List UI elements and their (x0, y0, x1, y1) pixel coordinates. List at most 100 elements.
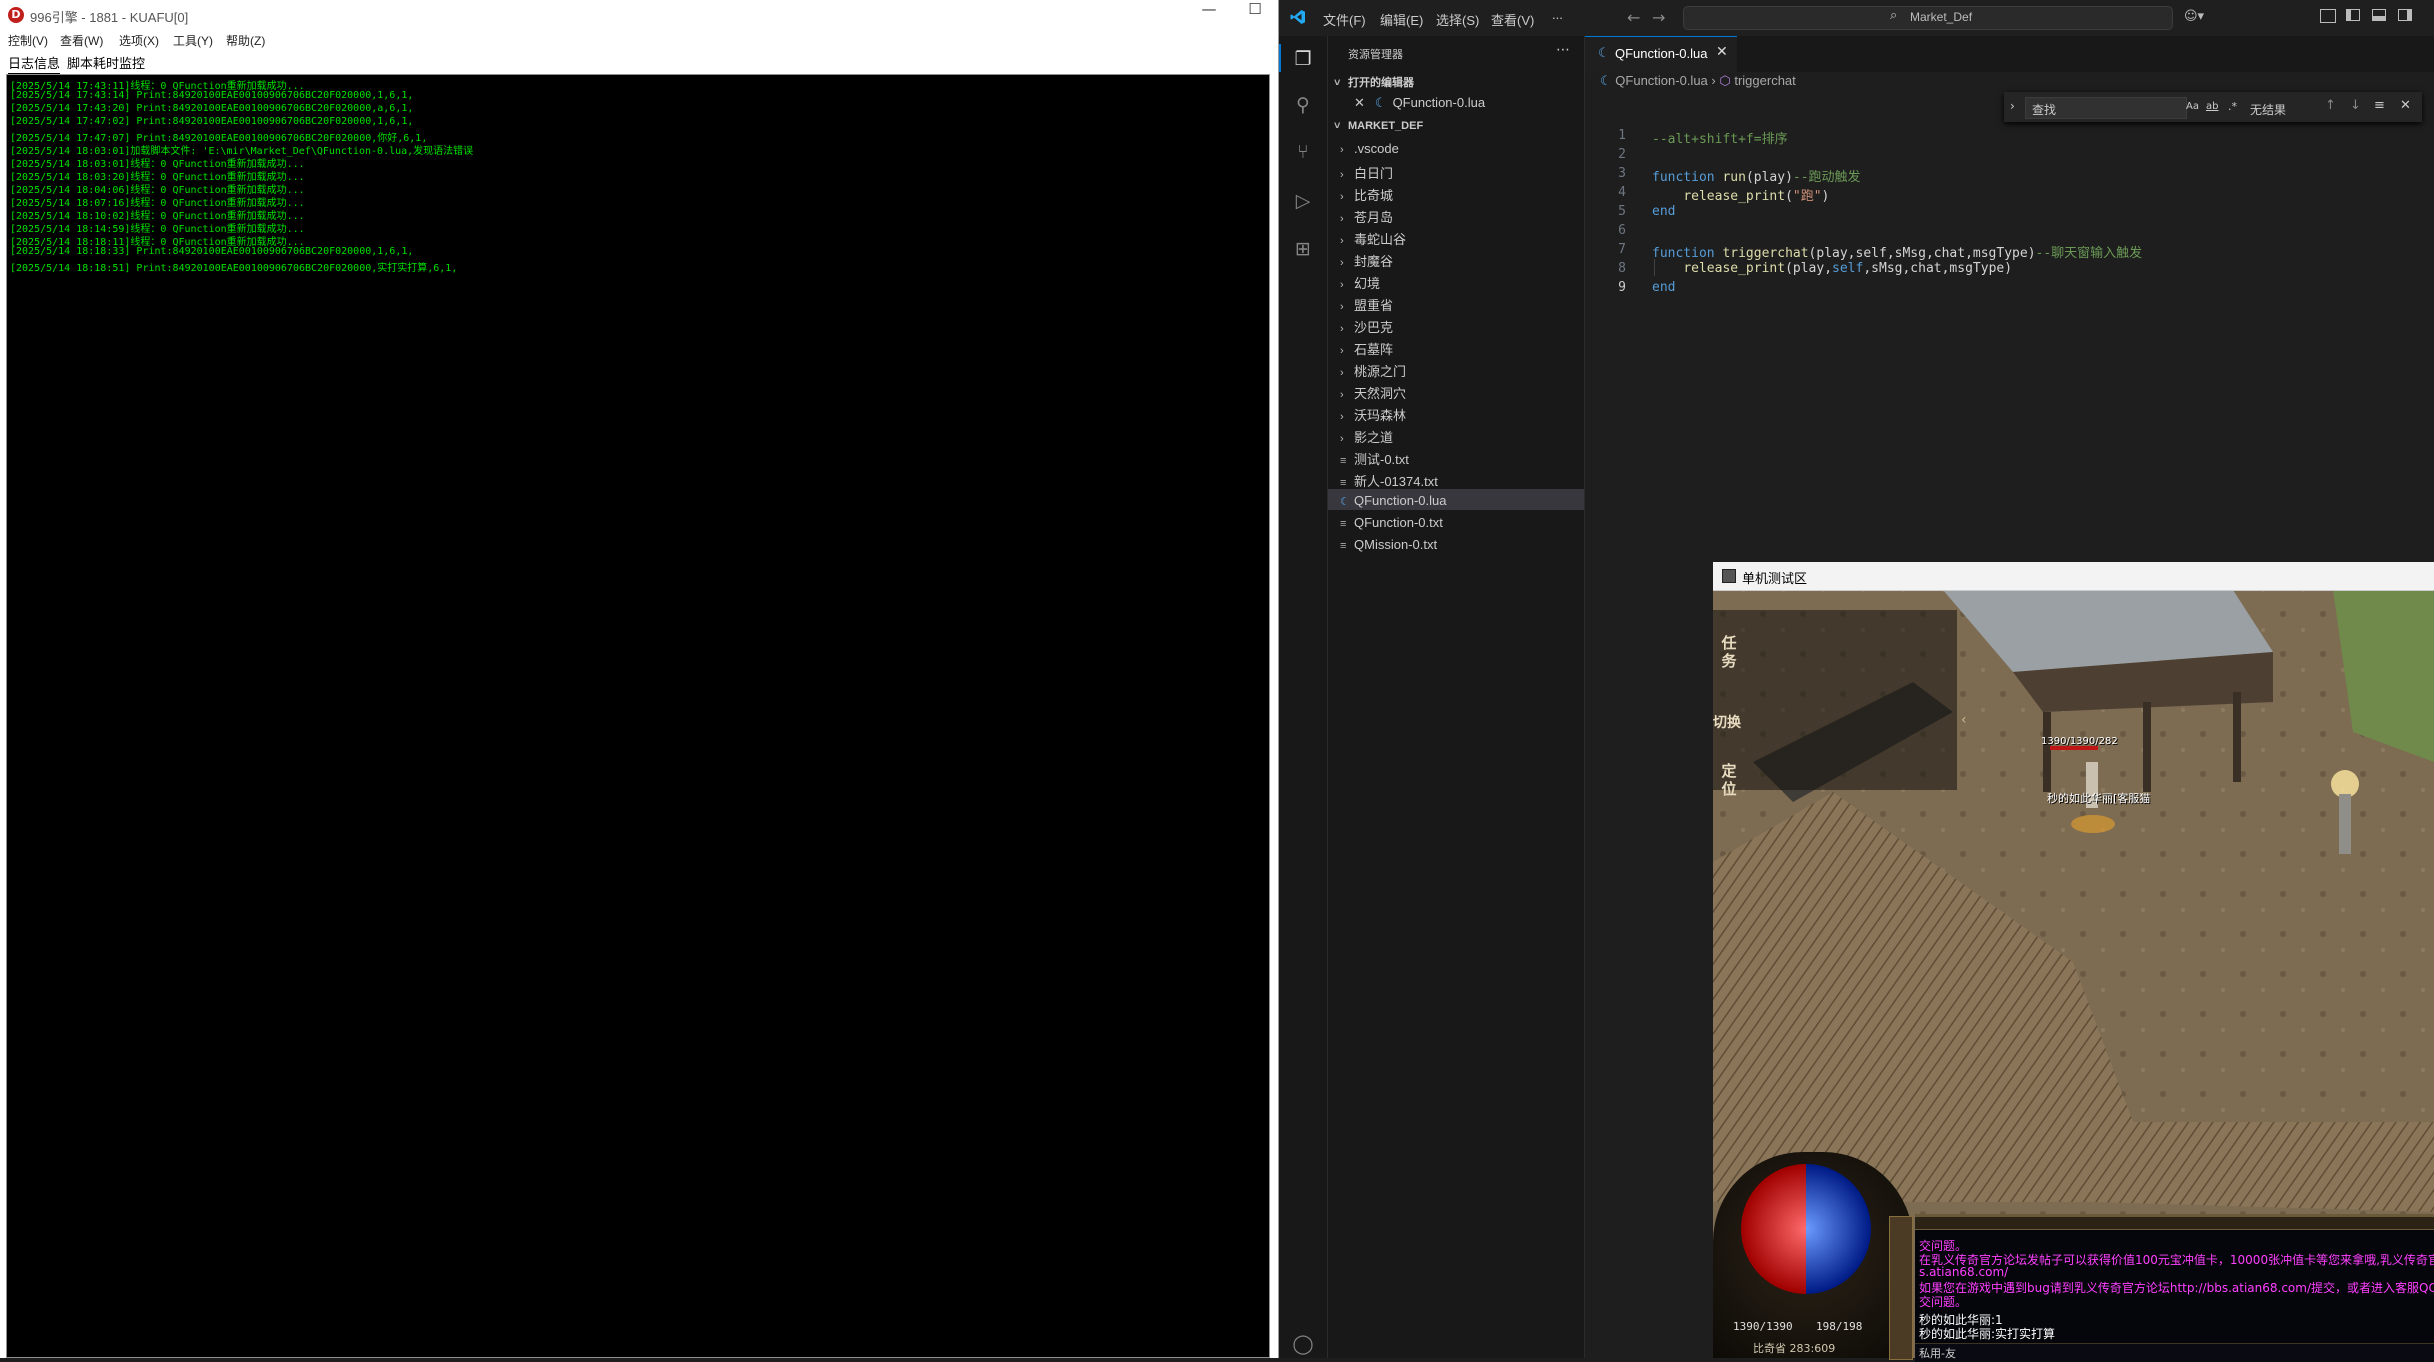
explorer-title: 资源管理器 (1348, 49, 1403, 61)
breadcrumb-file[interactable]: QFunction-0.lua (1615, 73, 1708, 88)
file-item[interactable]: ≡ 新人-01374.txt (1340, 471, 1438, 490)
locate-button[interactable]: 定位 (1717, 762, 1741, 798)
folder-item[interactable]: › .vscode (1340, 141, 1399, 156)
layout-panels-icon[interactable] (2320, 9, 2336, 23)
forward-arrow-icon[interactable]: → (1652, 8, 1665, 27)
file-item[interactable]: ≡ QMission-0.txt (1340, 537, 1437, 552)
indent-guide (1654, 259, 1655, 276)
next-match-icon[interactable]: ↓ (2350, 98, 2361, 113)
vs-menu-selection[interactable]: 选择(S) (1436, 10, 1479, 29)
task-button[interactable]: 任务 (1717, 634, 1741, 670)
folder-item[interactable]: › 白日门 (1340, 163, 1393, 182)
previous-match-icon[interactable]: ↑ (2325, 98, 2336, 113)
open-editors-header[interactable]: ˅ 打开的编辑器 (1334, 74, 1414, 90)
line-number: 5 (1618, 204, 1626, 219)
copilot-icon[interactable]: ☺▾ (2184, 9, 2204, 24)
menu-view[interactable]: 查看(W) (60, 32, 103, 49)
folder-item[interactable]: › 沙巴克 (1340, 317, 1393, 336)
toggle-replace-icon[interactable]: › (2010, 99, 2015, 113)
chat-channel-label: 私用-友 (1919, 1347, 1956, 1360)
chat-panel[interactable]: 交问题。 在乳义传奇官方论坛发帖子可以获得价值100元宝冲值卡，10000张冲值… (1915, 1214, 2434, 1362)
folder-header[interactable]: ˅ MARKET_DEF (1334, 120, 1423, 132)
menu-help[interactable]: 帮助(Z) (226, 32, 265, 49)
code-line[interactable]: function run(play)--跑动触发 (1652, 166, 1861, 185)
folder-item[interactable]: › 盟重省 (1340, 295, 1393, 314)
vs-menu-edit[interactable]: 编辑(E) (1380, 10, 1423, 29)
code-line[interactable]: --alt+shift+f=排序 (1652, 128, 1788, 147)
folder-item[interactable]: › 幻境 (1340, 273, 1380, 292)
line-number: 4 (1618, 185, 1626, 200)
code-line[interactable]: function triggerchat(play,self,sMsg,chat… (1652, 242, 2142, 261)
tab-label: QFunction-0.lua (1615, 46, 1708, 61)
match-case-icon[interactable]: Aa (2186, 101, 2199, 112)
file-item[interactable]: ≡ 测试-0.txt (1340, 449, 1409, 468)
folder-item[interactable]: › 封魔谷 (1340, 251, 1393, 270)
run-debug-icon[interactable]: ▷ (1292, 190, 1314, 212)
chat-line: 交问题。 (1919, 1295, 1968, 1309)
log-panel[interactable]: [2025/5/14 17:43:11]线程：0 QFunction重新加载成功… (6, 74, 1270, 1358)
collapse-panel-icon[interactable]: ‹ (1961, 712, 1967, 728)
folder-item[interactable]: › 苍月岛 (1340, 207, 1393, 226)
folder-item[interactable]: › 毒蛇山谷 (1340, 229, 1406, 248)
search-view-icon[interactable]: ⚲ (1292, 94, 1314, 116)
close-find-icon[interactable]: ✕ (2400, 98, 2411, 113)
vs-menu-view[interactable]: 查看(V) (1491, 10, 1534, 29)
task-panel (1713, 610, 1957, 790)
code-line[interactable]: release_print(play,self,sMsg,chat,msgTyp… (1652, 261, 2012, 276)
folder-item[interactable]: › 桃源之门 (1340, 361, 1406, 380)
chat-input[interactable] (1915, 1343, 2434, 1362)
folder-item[interactable]: › 天然洞穴 (1340, 383, 1406, 402)
folder-item[interactable]: › 比奇城 (1340, 185, 1393, 204)
file-item-active[interactable]: ☾ QFunction-0.lua (1340, 493, 1447, 508)
game-app-icon (1722, 569, 1736, 583)
menu-control[interactable]: 控制(V) (8, 32, 48, 49)
account-icon[interactable]: ◯ (1292, 1333, 1314, 1355)
menu-tools[interactable]: 工具(Y) (173, 32, 213, 49)
breadcrumb[interactable]: ☾ QFunction-0.lua › ⬡ triggerchat (1600, 73, 1796, 89)
close-tab-icon[interactable]: ✕ (1716, 44, 1728, 60)
line-number: 2 (1618, 147, 1626, 162)
quick-toolbar[interactable] (1889, 1216, 1913, 1360)
folder-item[interactable]: › 石墓阵 (1340, 339, 1393, 358)
vs-menu-more[interactable]: ... (1552, 7, 1563, 22)
code-line[interactable]: end (1652, 280, 1675, 295)
file-item[interactable]: ≡ QFunction-0.txt (1340, 515, 1443, 530)
chat-tabs[interactable] (1915, 1217, 2434, 1230)
more-actions-icon[interactable]: ⋯ (1556, 42, 1570, 58)
switch-button[interactable]: 切换 (1713, 712, 1745, 732)
tab-script-timing[interactable]: 脚本耗时监控 (67, 53, 145, 72)
toggle-sidebar-icon[interactable] (2346, 9, 2360, 21)
source-control-icon[interactable]: ⑂ (1292, 141, 1314, 163)
folder-item[interactable]: › 影之道 (1340, 427, 1393, 446)
lua-file-icon: ☾ (1598, 46, 1610, 61)
search-icon: ⌕ (1890, 8, 1898, 23)
minimize-button[interactable]: — (1186, 0, 1232, 30)
engine-logo-icon: D (8, 7, 24, 23)
toggle-panel-icon[interactable] (2372, 9, 2386, 21)
back-arrow-icon[interactable]: ← (1627, 8, 1640, 27)
command-center-text: Market_Def (1910, 10, 1973, 24)
code-line[interactable]: release_print("跑") (1652, 185, 1829, 204)
tab-log-info[interactable]: 日志信息 (8, 53, 61, 75)
vs-menu-file[interactable]: 文件(F) (1323, 10, 1366, 29)
breadcrumb-symbol[interactable]: triggerchat (1734, 73, 1795, 88)
chat-line: s.atian68.com/ (1919, 1265, 2009, 1279)
toggle-secondary-sidebar-icon[interactable] (2398, 9, 2412, 21)
log-line: [2025/5/14 18:18:51] Print:84920100EAE00… (10, 263, 458, 274)
active-indicator (1279, 44, 1281, 72)
explorer-icon[interactable]: ❐ (1292, 48, 1314, 70)
activity-bar (1279, 36, 1328, 1358)
find-in-selection-icon[interactable]: ≡ (2374, 98, 2385, 113)
code-line[interactable]: end (1652, 204, 1675, 219)
engine-titlebar[interactable] (0, 0, 1278, 30)
chat-line: 如果您在游戏中遇到bug请到乳义传奇官方论坛http://bbs.atian68… (1919, 1281, 2434, 1295)
whole-word-icon[interactable]: ab (2206, 101, 2218, 112)
regex-icon[interactable]: .* (2228, 100, 2237, 113)
folder-item[interactable]: › 沃玛森林 (1340, 405, 1406, 424)
game-titlebar[interactable] (1713, 562, 2434, 591)
player-hp-label: 1390/1390/282 (2041, 736, 2118, 747)
extensions-icon[interactable]: ⊞ (1292, 238, 1314, 260)
location-text: 比奇省 283:609 (1753, 1342, 1836, 1355)
open-editor-item[interactable]: ✕ ☾ QFunction-0.lua (1354, 95, 1485, 111)
menu-options[interactable]: 选项(X) (119, 32, 159, 49)
